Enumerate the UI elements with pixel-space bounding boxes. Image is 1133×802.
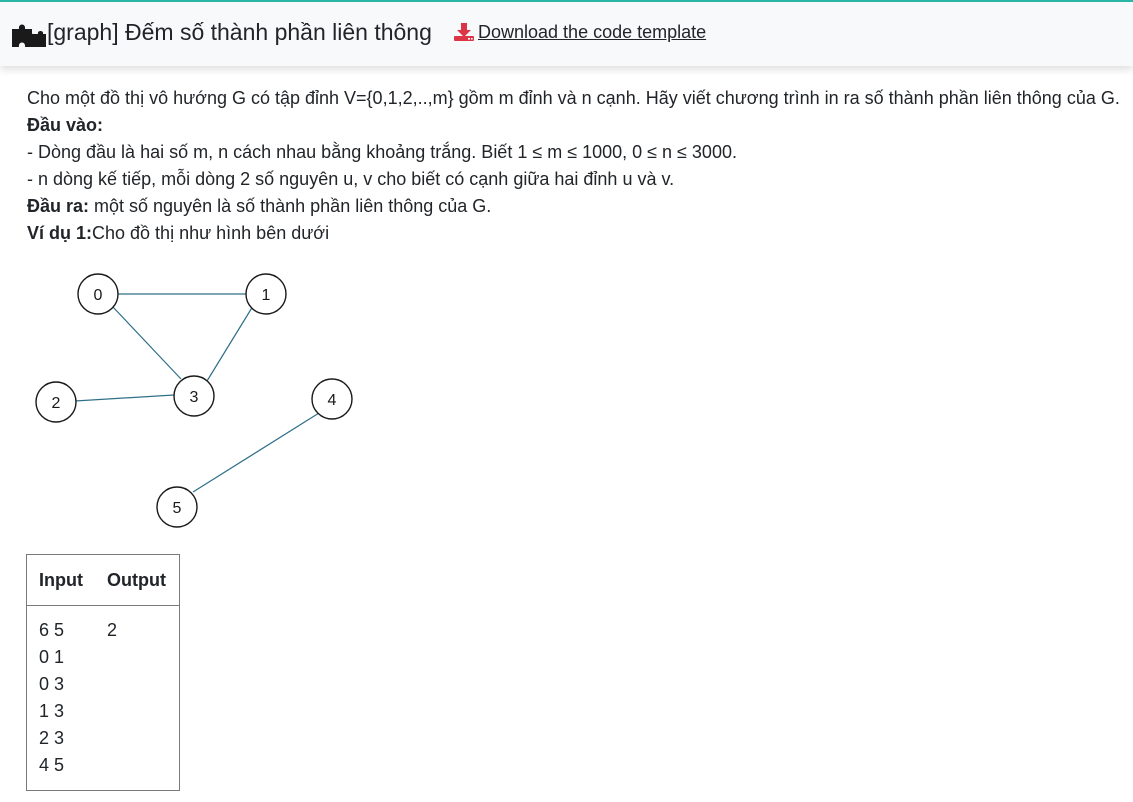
input-line: 0 1 [39,647,65,667]
output-text: một số nguyên là số thành phần liên thôn… [89,196,492,216]
example-text: Cho đồ thị như hình bên dưới [92,223,330,243]
graph-edge-4-5 [192,412,320,493]
problem-description: Cho một đồ thị vô hướng G có tập đỉnh V=… [27,88,1120,108]
graph-diagram: 0 1 2 3 4 5 [35,273,353,528]
input-line: 1 3 [39,701,65,721]
example-heading: Ví dụ 1: [27,223,93,243]
graph-node-label-0: 0 [94,287,103,304]
download-icon [454,23,474,41]
input-line: 0 3 [39,674,65,694]
input-line: 6 5 [39,620,65,640]
table-header-row: Input Output [27,555,179,606]
graph-node-label-1: 1 [262,287,271,304]
page-title: [graph] Đếm số thành phần liên thông [47,19,432,45]
graph-node-label-2: 2 [52,395,61,412]
input-spec-line-1: - Dòng đầu là hai số m, n cách nhau bằng… [27,142,737,162]
graph-node-label-4: 4 [328,392,337,409]
output-heading: Đầu ra: [27,196,90,216]
example-io-table: Input Output 6 5 0 1 0 3 1 3 2 3 4 5 2 [26,554,180,791]
download-link-label[interactable]: Download the code template [478,21,706,43]
output-spec: Đầu ra: một số nguyên là số thành phần l… [27,193,1127,220]
graph-edge-0-3 [111,305,182,380]
example-input-cell: 6 5 0 1 0 3 1 3 2 3 4 5 [39,617,64,779]
input-column-header: Input [39,570,83,590]
example-caption: Ví dụ 1:Cho đồ thị như hình bên dưới [27,220,1127,247]
graph-edge-1-3 [206,305,254,382]
output-column-header: Output [107,570,166,590]
problem-header: [graph] Đếm số thành phần liên thông Dow… [0,0,1133,66]
graph-edge-2-3 [74,394,175,402]
input-line: 2 3 [39,728,65,748]
graph-node-label-5: 5 [173,500,182,517]
puzzle-icon [12,24,46,47]
graph-node-label-3: 3 [190,389,199,406]
input-heading: Đầu vào: [27,115,104,135]
input-line: 4 5 [39,755,65,775]
download-template-link[interactable]: Download the code template [454,21,706,43]
problem-statement: Cho một đồ thị vô hướng G có tập đỉnh V=… [27,85,1127,247]
input-spec-line-2: - n dòng kế tiếp, mỗi dòng 2 số nguyên u… [27,169,675,189]
example-output-cell: 2 [107,620,118,640]
